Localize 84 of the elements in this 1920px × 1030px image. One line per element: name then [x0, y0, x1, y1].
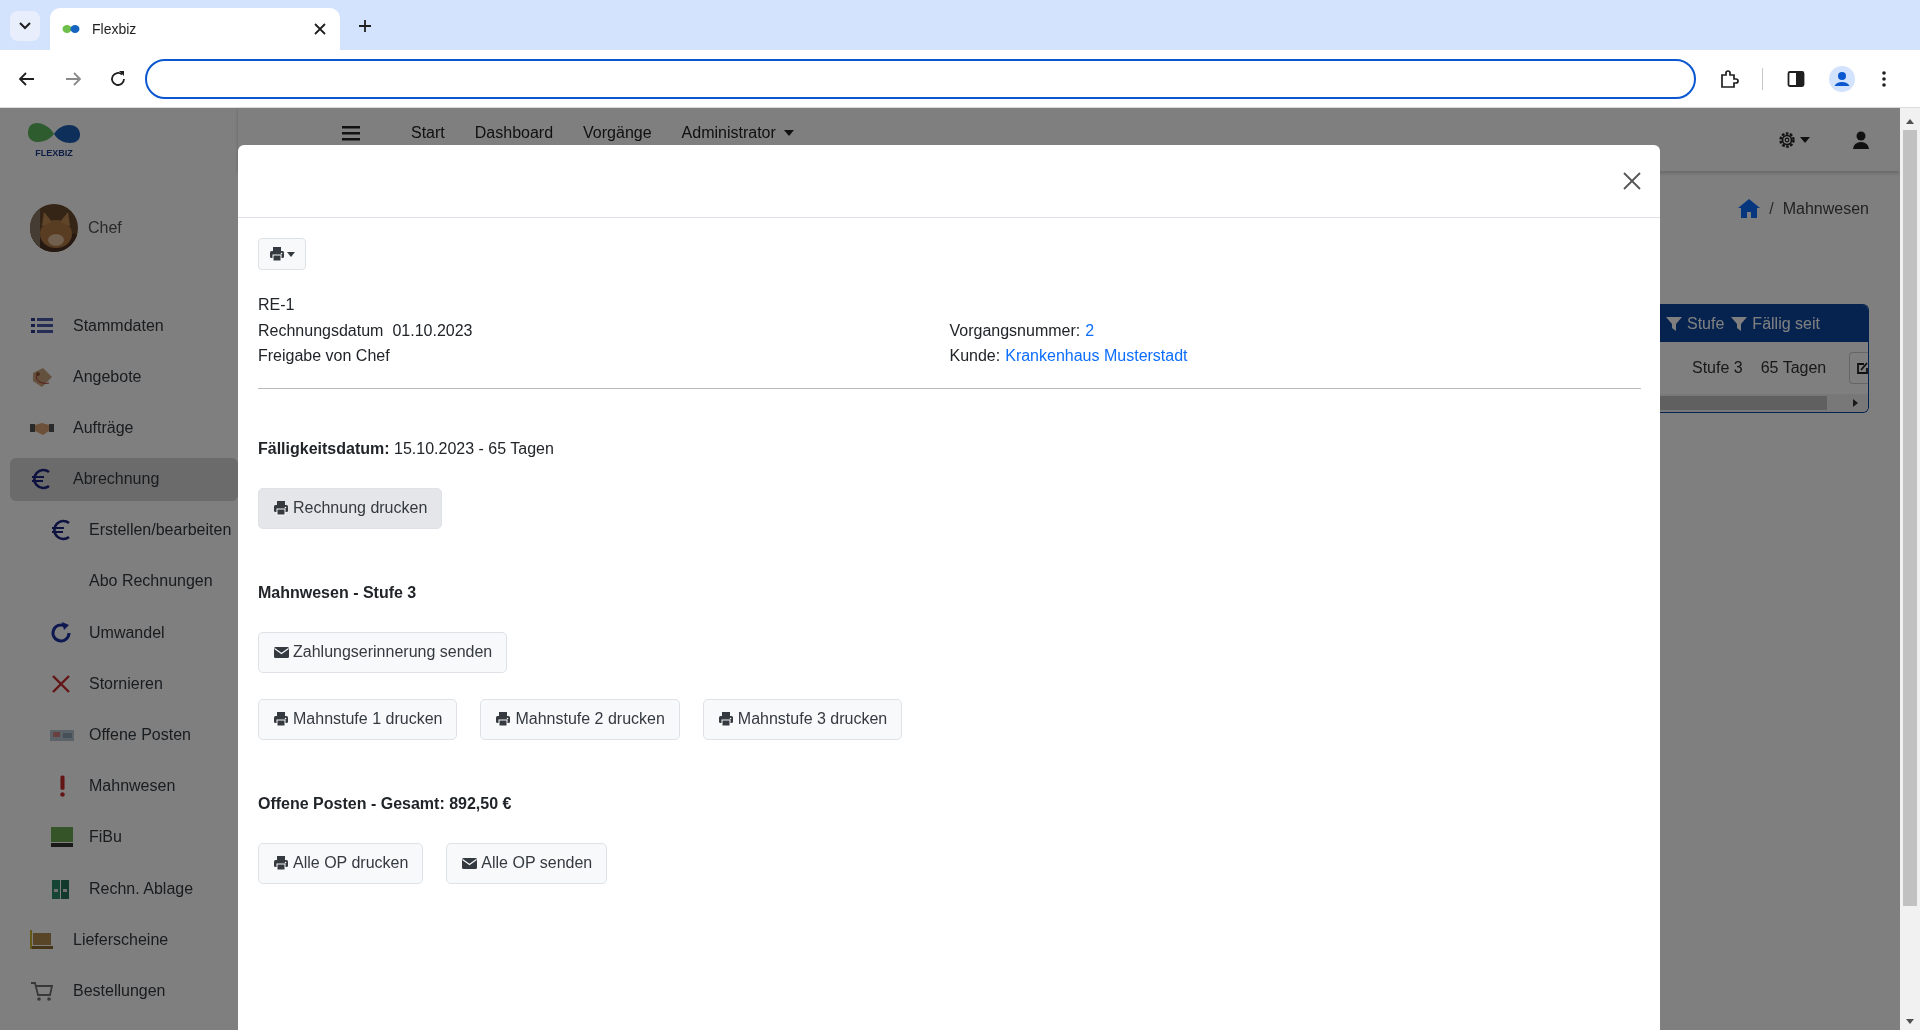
printer-icon [717, 711, 735, 727]
user-icon[interactable] [1852, 130, 1870, 149]
forward-icon[interactable] [63, 69, 82, 88]
action-button[interactable]: Alle OP drucken [258, 842, 424, 884]
menu-icon[interactable] [1880, 69, 1887, 88]
sidebar-item[interactable]: Stornieren [10, 662, 238, 706]
printer-icon [273, 500, 290, 516]
field-label: Vorgangsnummer: [949, 320, 1081, 341]
side-panel-icon[interactable] [1786, 69, 1805, 88]
print-menu-button[interactable] [258, 238, 306, 270]
action-button[interactable]: Rechnung drucken [258, 487, 443, 529]
sidebar-item[interactable]: Umwandel [10, 611, 238, 655]
action-button[interactable]: Mahnstufe 1 drucken [258, 698, 458, 740]
settings-icon [1777, 129, 1797, 150]
breadcrumb-item: Mahnwesen [1782, 199, 1869, 218]
close-icon[interactable] [312, 21, 328, 37]
sidebar-item[interactable]: Stammdaten [10, 304, 238, 347]
detail-text: RE-1 [258, 295, 295, 315]
section-title: Offene Posten - Gesamt: 892,50 € [258, 793, 513, 814]
back-icon[interactable] [18, 69, 36, 88]
nav-link[interactable]: Administrator [681, 123, 794, 142]
sidebar-item[interactable]: Erstellen/bearbeiten [10, 508, 238, 552]
action-button[interactable]: Zahlungserinnerung senden [258, 631, 508, 673]
nav-link[interactable]: Vorgänge [583, 123, 652, 142]
column-header[interactable]: Stufe [1687, 314, 1725, 333]
nav-link[interactable]: Dashboard [474, 123, 554, 142]
envelope-icon [461, 855, 479, 871]
sidebar-item[interactable]: Bestellungen [10, 969, 238, 1013]
user-name: Chef [88, 219, 122, 237]
sidebar-item[interactable]: Abo Rechnungen [10, 559, 238, 603]
sidebar-item[interactable]: Lieferscheine [10, 918, 238, 962]
sidebar-item[interactable]: Rechn. Ablage [10, 867, 238, 911]
sidebar-item[interactable]: FiBu [10, 815, 238, 859]
filter-icon[interactable] [1731, 316, 1748, 331]
field-value: 01.10.2023 [392, 320, 473, 341]
printer-icon [273, 855, 290, 871]
close-icon[interactable] [1623, 172, 1641, 190]
section-title: Fälligkeitsdatum: 15.10.2023 - 65 Tagen [258, 438, 555, 459]
new-tab-icon[interactable] [357, 18, 373, 34]
scrollbar[interactable] [1900, 108, 1920, 1030]
printer-icon [495, 711, 513, 727]
section-title: Mahnwesen - Stufe 3 [258, 582, 418, 603]
scrollbar[interactable] [1659, 394, 1868, 412]
exclamation-icon [59, 775, 65, 798]
profile-icon[interactable] [1828, 65, 1855, 92]
edit-button[interactable] [1849, 352, 1868, 384]
printer-icon [269, 246, 285, 262]
reload-icon[interactable] [109, 69, 127, 88]
field-label: Rechnungsdatum [258, 320, 384, 341]
logo-text: FLEXBIZ [35, 148, 73, 158]
action-button[interactable]: Alle OP senden [446, 842, 608, 884]
sidebar-item[interactable]: Offene Posten [10, 713, 238, 757]
tab-title: Flexbiz [92, 21, 138, 37]
nav-link[interactable]: Start [411, 123, 445, 142]
detail-text: Freigabe von Chef [258, 346, 390, 366]
breadcrumb-separator: / [1769, 199, 1774, 218]
link[interactable]: 2 [1085, 317, 1095, 343]
sidebar-item[interactable]: Abrechnung [10, 457, 238, 501]
sidebar-item[interactable]: Mahnwesen [10, 764, 238, 808]
column-header[interactable]: Fällig seit [1752, 314, 1820, 333]
favicon-icon [62, 24, 80, 34]
field-label: Kunde: [949, 346, 1001, 366]
sidebar-item[interactable]: Aufträge [10, 406, 238, 450]
settings-button[interactable] [1777, 129, 1810, 150]
filter-icon[interactable] [1666, 316, 1682, 331]
tab-list-button[interactable] [10, 11, 40, 41]
ledger-icon [49, 825, 75, 850]
puzzle-icon[interactable] [1718, 68, 1739, 89]
address-field[interactable] [144, 58, 1696, 99]
pallet-icon [29, 927, 55, 952]
home-icon[interactable] [1738, 199, 1761, 218]
action-button[interactable]: Mahnstufe 2 drucken [480, 698, 680, 740]
caret-icon [783, 129, 794, 136]
browser-tab[interactable]: Flexbiz [50, 8, 340, 50]
table-cell: Stufe 3 [1692, 359, 1743, 377]
table-cell: 65 Tagen [1760, 359, 1827, 377]
caret-icon [1800, 136, 1810, 143]
printer-icon [273, 711, 290, 727]
link[interactable]: Krankenhaus Musterstadt [1005, 343, 1188, 369]
action-button[interactable]: Mahnstufe 3 drucken [702, 698, 903, 740]
envelope-icon [273, 644, 290, 660]
edit-icon [1856, 361, 1868, 375]
sidebar-item[interactable]: Angebote [10, 355, 238, 399]
caret-icon [287, 251, 295, 257]
